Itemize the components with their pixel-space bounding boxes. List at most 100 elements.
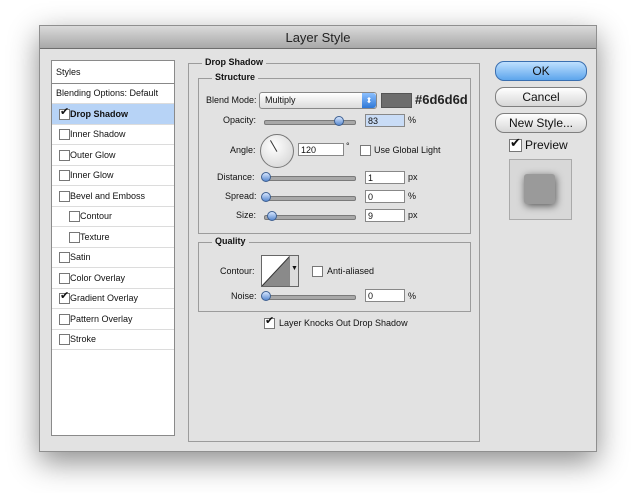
spread-input[interactable]: 0	[365, 190, 405, 203]
size-input[interactable]: 9	[365, 209, 405, 222]
style-item-checkbox[interactable]	[69, 231, 80, 243]
style-preview-thumbnail	[524, 174, 555, 204]
style-item-color-overlay[interactable]: Color Overlay	[52, 268, 174, 289]
noise-input[interactable]: 0	[365, 289, 405, 302]
preview-checkbox[interactable]: ✔	[509, 135, 522, 152]
preview-label: Preview	[525, 138, 568, 152]
style-item-bevel-and-emboss[interactable]: Bevel and Emboss	[52, 186, 174, 207]
new-style-button[interactable]: New Style...	[495, 113, 587, 133]
style-item-label: Contour	[80, 211, 113, 221]
style-item-label: Inner Shadow	[70, 129, 126, 139]
quality-group	[198, 242, 471, 312]
use-global-light-checkbox[interactable]	[360, 145, 371, 156]
style-item-pattern-overlay[interactable]: Pattern Overlay	[52, 309, 174, 330]
select-arrows-icon: ⬍	[362, 93, 376, 108]
style-item-checkbox[interactable]	[59, 170, 70, 181]
style-item-label: Texture	[80, 231, 110, 242]
angle-unit: °	[346, 141, 350, 151]
size-slider-thumb[interactable]	[267, 211, 277, 221]
distance-input[interactable]: 1	[365, 171, 405, 184]
styles-header-label: Styles	[56, 67, 81, 77]
opacity-slider-thumb[interactable]	[333, 116, 344, 126]
title-bar[interactable]: Layer Style	[40, 26, 596, 49]
opacity-input[interactable]: 83	[365, 114, 405, 127]
style-item-checkbox[interactable]: ✔	[59, 106, 70, 120]
shadow-color-hex: #6d6d6d	[415, 92, 468, 107]
style-item-gradient-overlay[interactable]: ✔ Gradient Overlay	[52, 288, 174, 309]
contour-label: Contour:	[220, 266, 255, 276]
spread-label: Spread:	[225, 191, 257, 201]
style-item-label: Pattern Overlay	[70, 313, 133, 324]
noise-slider-thumb[interactable]	[261, 291, 271, 301]
style-item-checkbox[interactable]	[69, 211, 80, 222]
distance-slider-thumb[interactable]	[261, 172, 271, 182]
style-item-drop-shadow[interactable]: ✔ Drop Shadow	[52, 103, 174, 125]
checkmark-icon: ✔	[60, 290, 70, 302]
style-item-label: Blending Options: Default	[56, 88, 159, 98]
style-item-label: Gradient Overlay	[70, 293, 139, 303]
checkmark-icon: ✔	[510, 135, 521, 150]
size-slider[interactable]	[264, 215, 356, 220]
drop-shadow-title: Drop Shadow	[202, 57, 266, 67]
checkmark-icon: ✔	[265, 315, 275, 327]
quality-title: Quality	[212, 236, 249, 246]
blend-mode-label: Blend Mode:	[206, 95, 257, 105]
style-item-stroke[interactable]: Stroke	[52, 329, 174, 350]
style-item-label: Stroke	[70, 334, 97, 344]
style-item-checkbox[interactable]	[59, 129, 70, 140]
size-unit: px	[408, 210, 418, 220]
cancel-button[interactable]: Cancel	[495, 87, 587, 107]
style-item-checkbox[interactable]: ✔	[59, 290, 70, 304]
structure-title: Structure	[212, 72, 259, 82]
noise-slider[interactable]	[264, 295, 356, 300]
style-item-contour[interactable]: Contour	[52, 206, 174, 227]
style-item-label: Inner Glow	[70, 170, 114, 180]
styles-list-header[interactable]: Styles	[52, 61, 174, 84]
style-item-inner-shadow[interactable]: Inner Shadow	[52, 124, 174, 145]
layer-knocks-out-checkbox[interactable]: ✔	[264, 315, 275, 329]
use-global-light-label: Use Global Light	[374, 145, 441, 155]
style-item-checkbox[interactable]	[59, 272, 70, 284]
blend-mode-value: Multiply	[265, 95, 296, 105]
style-item-label: Satin	[70, 252, 91, 262]
styles-list: Styles Blending Options: Default ✔ Drop Sh…	[51, 60, 175, 436]
spread-slider-thumb[interactable]	[261, 192, 271, 202]
style-item-label: Outer Glow	[70, 149, 116, 160]
noise-label: Noise:	[231, 291, 257, 301]
style-item-checkbox[interactable]	[59, 334, 70, 345]
anti-aliased-label: Anti-aliased	[327, 266, 375, 276]
anti-aliased-checkbox[interactable]	[312, 266, 323, 277]
blend-mode-select[interactable]: Multiply ⬍	[259, 92, 377, 109]
layer-style-dialog: Layer Style Styles Blending Options: Def…	[39, 25, 597, 452]
distance-unit: px	[408, 172, 418, 182]
layer-knocks-out-label: Layer Knocks Out Drop Shadow	[279, 318, 408, 328]
distance-slider[interactable]	[264, 176, 356, 181]
spread-unit: %	[408, 191, 417, 201]
opacity-unit: %	[408, 115, 417, 125]
style-item-blending-options-default[interactable]: Blending Options: Default	[52, 83, 174, 104]
style-item-inner-glow[interactable]: Inner Glow	[52, 165, 174, 186]
dialog-title: Layer Style	[285, 30, 351, 45]
style-preview-box	[509, 159, 572, 220]
contour-dropdown-arrow-icon[interactable]: ▼	[289, 256, 298, 286]
style-item-label: Bevel and Emboss	[70, 190, 146, 201]
opacity-label: Opacity:	[223, 115, 257, 125]
style-item-checkbox[interactable]	[59, 190, 70, 202]
angle-dial[interactable]	[260, 134, 294, 168]
contour-linear-icon	[262, 256, 290, 286]
shadow-color-swatch[interactable]	[381, 93, 412, 108]
spread-slider[interactable]	[264, 196, 356, 201]
style-item-checkbox[interactable]	[59, 149, 70, 161]
style-item-checkbox[interactable]	[59, 313, 70, 325]
angle-label: Angle:	[230, 145, 256, 155]
style-item-label: Color Overlay	[70, 272, 126, 283]
contour-picker[interactable]: ▼	[261, 255, 299, 287]
style-item-outer-glow[interactable]: Outer Glow	[52, 145, 174, 166]
noise-unit: %	[408, 291, 417, 301]
angle-input[interactable]: 120	[298, 143, 344, 156]
ok-button[interactable]: OK	[495, 61, 587, 81]
style-item-satin[interactable]: Satin	[52, 247, 174, 268]
style-item-texture[interactable]: Texture	[52, 227, 174, 248]
style-item-checkbox[interactable]	[59, 252, 70, 263]
style-item-label: Drop Shadow	[70, 108, 128, 119]
